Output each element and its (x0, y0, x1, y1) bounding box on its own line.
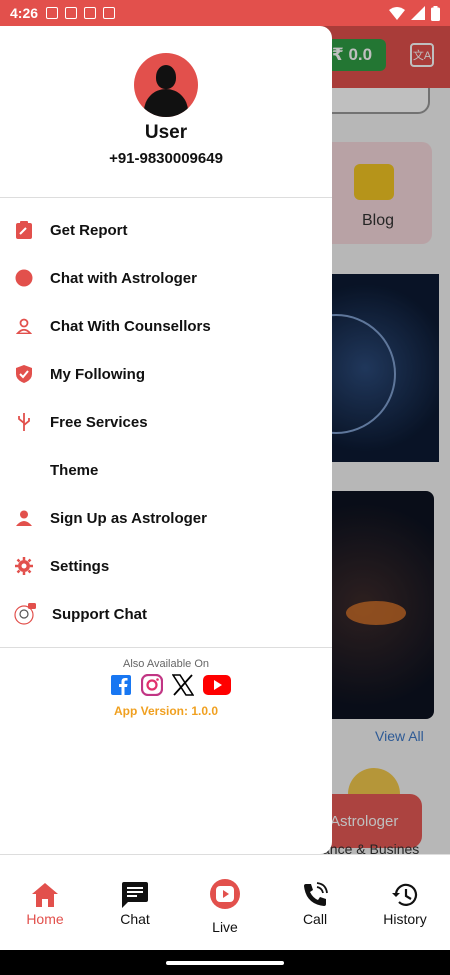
menu-item-label: Chat With Counsellors (50, 317, 211, 335)
x-icon[interactable] (172, 674, 194, 696)
nav-chat[interactable]: Chat (90, 855, 180, 950)
notification-icon (65, 7, 78, 19)
avatar-body-shape (144, 89, 188, 117)
menu-item-label: Support Chat (52, 605, 147, 623)
report-icon (15, 221, 33, 239)
notification-icon (46, 7, 59, 19)
menu-item-label: Chat with Astrologer (50, 269, 197, 287)
user-name: User (144, 122, 188, 143)
profile-section: User +91-9830009649 (0, 26, 332, 198)
avatar[interactable] (134, 53, 198, 117)
call-icon (301, 881, 329, 909)
menu-item-my-following[interactable]: My Following (0, 350, 332, 398)
shield-check-icon (15, 365, 33, 383)
instagram-icon[interactable] (141, 674, 163, 696)
gear-icon (15, 557, 33, 575)
notification-icon (84, 7, 97, 19)
chat-astrologer-icon (15, 269, 33, 287)
app-version: App Version: 1.0.0 (113, 704, 219, 718)
nav-label: Home (26, 911, 64, 927)
bottom-navigation: Home Chat Live Call History (0, 854, 450, 950)
menu-item-sign-up-as-astrologer[interactable]: Sign Up as Astrologer (0, 494, 332, 542)
nav-live[interactable]: Live (180, 855, 270, 950)
nav-history[interactable]: History (360, 855, 450, 950)
home-icon (31, 881, 59, 909)
menu-item-label: Get Report (50, 221, 128, 239)
battery-icon (431, 5, 440, 21)
nav-label: Chat (120, 911, 150, 927)
drawer-menu: Get Report Chat with Astrologer Chat Wit… (0, 206, 332, 638)
navigation-drawer: User +91-9830009649 Get Report Chat with… (0, 26, 332, 854)
nav-home[interactable]: Home (0, 855, 90, 950)
menu-item-theme[interactable]: Theme (0, 446, 332, 494)
menu-item-label: Free Services (50, 413, 148, 431)
moon-icon (15, 461, 33, 479)
avatar-head-shape (156, 65, 176, 89)
divider (0, 647, 332, 648)
status-bar: 4:26 (0, 0, 450, 26)
nav-label: History (383, 911, 427, 927)
support-agent-icon (13, 602, 37, 626)
also-available-label: Also Available On (122, 658, 210, 670)
menu-item-free-services[interactable]: Free Services (0, 398, 332, 446)
menu-item-label: Sign Up as Astrologer (50, 509, 207, 527)
menu-item-chat-with-astrologer[interactable]: Chat with Astrologer (0, 254, 332, 302)
usb-icon (15, 413, 33, 431)
menu-item-label: Settings (50, 557, 110, 575)
signal-icon (411, 6, 425, 20)
nav-label: Call (302, 911, 328, 927)
nav-call[interactable]: Call (270, 855, 360, 950)
system-icons (389, 5, 440, 21)
notification-icon (103, 7, 116, 19)
youtube-icon[interactable] (203, 674, 231, 696)
wifi-icon (389, 6, 405, 20)
notification-icons (46, 7, 116, 19)
menu-item-get-report[interactable]: Get Report (0, 206, 332, 254)
history-icon (391, 881, 419, 909)
social-links (110, 674, 231, 696)
menu-item-label: Theme (50, 461, 99, 479)
user-phone: +91-9830009649 (109, 150, 223, 167)
menu-item-settings[interactable]: Settings (0, 542, 332, 590)
menu-item-chat-with-counsellors[interactable]: Chat With Counsellors (0, 302, 332, 350)
nav-label: Live (212, 919, 238, 935)
facebook-icon[interactable] (110, 674, 132, 696)
home-gesture-bar[interactable] (166, 961, 284, 965)
counsellor-icon (15, 317, 33, 335)
person-icon (15, 509, 33, 527)
live-icon (210, 879, 240, 909)
status-time: 4:26 (10, 5, 39, 21)
chat-icon (121, 881, 149, 909)
menu-item-support-chat[interactable]: Support Chat (0, 590, 332, 638)
menu-item-label: My Following (50, 365, 145, 383)
